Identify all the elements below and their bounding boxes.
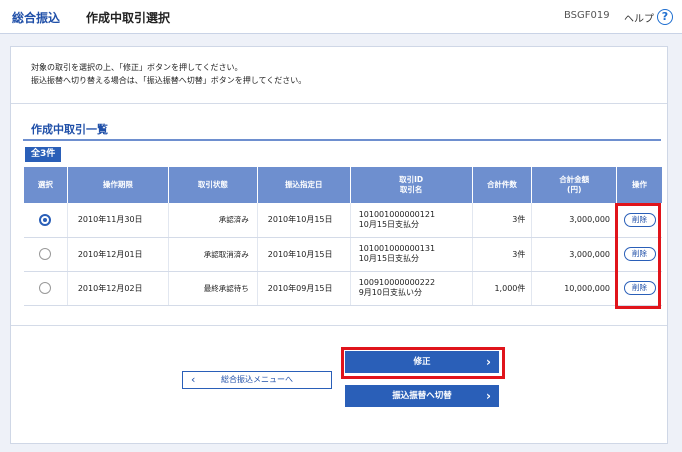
modify-button-label: 修正	[413, 357, 431, 367]
select-cell	[24, 271, 68, 306]
transfer-date-cell: 2010年09月15日	[257, 271, 351, 306]
status-cell: 承認取消済み	[168, 237, 258, 272]
top-bar: 総合振込 作成中取引選択 BSGF019 ヘルプ ?	[0, 0, 682, 34]
table-header-row: 選択 操作期限 取引状態 振込指定日 取引ID 取引名 合計件数 合計金額 (円…	[24, 167, 662, 203]
help-icon[interactable]: ?	[657, 9, 673, 25]
header-transaction-id: 取引ID 取引名	[350, 167, 473, 203]
divider	[11, 325, 667, 326]
transaction-name: 9月10日支払い分	[358, 288, 422, 297]
transaction-id: 101001000000121	[358, 209, 436, 219]
operation-cell: 削除	[616, 203, 662, 238]
delete-button[interactable]: 削除	[623, 281, 656, 295]
chevron-right-icon: ›	[486, 355, 491, 369]
amount-cell: 10,000,000	[531, 271, 618, 306]
header-id-line1: 取引ID	[399, 175, 424, 184]
back-to-menu-button[interactable]: ‹ 総合振込メニューへ	[182, 371, 332, 389]
select-radio[interactable]	[39, 248, 52, 260]
chevron-left-icon: ‹	[191, 373, 196, 386]
table-row: 2010年12月01日 承認取消済み 2010年10月15日 101001000…	[24, 237, 662, 272]
list-title: 作成中取引一覧	[31, 123, 108, 136]
status-cell: 最終承認待ち	[168, 271, 258, 306]
transaction-id-cell: 101001000000131 10月15日支払分	[350, 237, 473, 272]
header-count: 合計件数	[472, 167, 533, 203]
instructions: 対象の取引を選択の上、「修正」ボタンを押してください。 振込振替へ切り替える場合…	[31, 61, 306, 87]
back-button-label: 総合振込メニューへ	[221, 375, 293, 384]
modify-button[interactable]: 修正 ›	[345, 351, 499, 373]
select-radio[interactable]	[39, 282, 52, 294]
transfer-date-cell: 2010年10月15日	[257, 237, 351, 272]
count-cell: 1,000件	[472, 271, 533, 306]
help-link[interactable]: ヘルプ ?	[624, 9, 673, 25]
header-amount: 合計金額 (円)	[531, 167, 618, 203]
transaction-table: 選択 操作期限 取引状態 振込指定日 取引ID 取引名 合計件数 合計金額 (円…	[24, 167, 662, 306]
count-badge: 全3件	[25, 147, 62, 162]
status-cell: 承認済み	[168, 203, 258, 238]
help-label: ヘルプ	[624, 13, 654, 25]
header-operation: 操作	[616, 167, 662, 203]
header-amount-line1: 合計金額	[559, 175, 590, 184]
chevron-right-icon: ›	[486, 389, 491, 403]
delete-button[interactable]: 削除	[623, 247, 656, 261]
table-row: 2010年12月02日 最終承認待ち 2010年09月15日 100910000…	[24, 271, 662, 306]
count-cell: 3件	[472, 203, 533, 238]
main-panel: 対象の取引を選択の上、「修正」ボタンを押してください。 振込振替へ切り替える場合…	[10, 46, 668, 444]
switch-transfer-button[interactable]: 振込振替へ切替 ›	[345, 385, 499, 407]
header-status: 取引状態	[168, 167, 258, 203]
transaction-id: 101001000000131	[358, 244, 436, 253]
header-amount-line2: (円)	[567, 185, 582, 194]
deadline-cell: 2010年11月30日	[67, 203, 170, 238]
select-cell	[24, 203, 68, 238]
count-cell: 3件	[472, 237, 533, 272]
list-title-underline	[23, 139, 661, 141]
amount-cell: 3,000,000	[531, 237, 618, 272]
header-select: 選択	[24, 167, 68, 203]
transaction-name: 10月15日支払分	[358, 254, 420, 263]
operation-cell: 削除	[616, 271, 662, 306]
transaction-id-cell: 100910000000222 9月10日支払い分	[350, 271, 473, 306]
table-row: 2010年11月30日 承認済み 2010年10月15日 10100100000…	[24, 203, 662, 238]
transaction-id: 100910000000222	[358, 278, 436, 287]
operation-cell: 削除	[616, 237, 662, 272]
select-cell	[24, 237, 68, 272]
instruction-line-2: 振込振替へ切り替える場合は、「振込振替へ切替」ボタンを押してください。	[31, 76, 307, 85]
delete-button[interactable]: 削除	[623, 212, 656, 227]
section-title: 総合振込	[12, 11, 61, 25]
header-transfer-date: 振込指定日	[257, 167, 351, 203]
amount-cell: 3,000,000	[531, 203, 618, 238]
deadline-cell: 2010年12月02日	[67, 271, 170, 306]
instruction-line-1: 対象の取引を選択の上、「修正」ボタンを押してください。	[31, 63, 243, 72]
deadline-cell: 2010年12月01日	[67, 237, 170, 272]
header-id-line2: 取引名	[399, 185, 423, 194]
screen-id: BSGF019	[564, 10, 610, 21]
divider	[11, 103, 667, 104]
transfer-date-cell: 2010年10月15日	[257, 203, 351, 238]
select-radio[interactable]	[39, 213, 52, 226]
switch-button-label: 振込振替へ切替	[392, 391, 452, 401]
transaction-id-cell: 101001000000121 10月15日支払分	[350, 203, 473, 238]
page-title: 作成中取引選択	[86, 11, 171, 25]
transaction-name: 10月15日支払分	[358, 219, 420, 229]
header-deadline: 操作期限	[67, 167, 170, 203]
